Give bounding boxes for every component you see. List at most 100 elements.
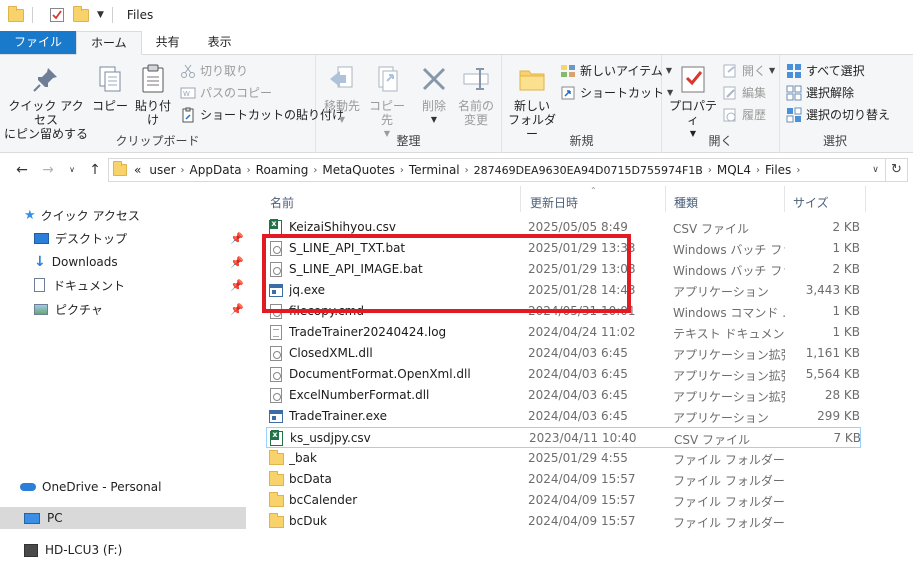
delete-button[interactable]: 削除 ▼ xyxy=(416,63,452,127)
breadcrumb-mql4[interactable]: MQL4 xyxy=(712,163,756,177)
select-none-label: 選択解除 xyxy=(806,86,855,100)
column-header-name[interactable]: 名前 xyxy=(270,194,294,211)
breadcrumb-terminal-id[interactable]: 287469DEA9630EA94D0715D755974F1B xyxy=(469,164,708,177)
nav-label: Downloads xyxy=(51,255,118,269)
nav-onedrive[interactable]: OneDrive - Personal xyxy=(20,476,246,498)
file-type: アプリケーション拡張 xyxy=(673,390,785,404)
nav-label: ドキュメント xyxy=(53,278,126,293)
tab-home[interactable]: ホーム xyxy=(76,31,142,55)
pin-quick-access-button[interactable]: クイック アクセス にピン留めする xyxy=(4,63,88,141)
column-header-size[interactable]: サイズ xyxy=(793,194,829,211)
pin-icon xyxy=(30,63,62,95)
address-dropdown-icon[interactable]: ∨ xyxy=(865,165,885,175)
file-row[interactable]: bcCalender 2024/04/09 15:57 ファイル フォルダー xyxy=(266,490,861,511)
nav-pc[interactable]: PC xyxy=(0,507,246,529)
breadcrumb-terminal[interactable]: Terminal xyxy=(404,163,465,177)
file-row[interactable]: DocumentFormat.OpenXml.dll 2024/04/03 6:4… xyxy=(266,364,861,385)
nav-downloads[interactable]: ↓ Downloads 📌 xyxy=(34,251,246,273)
copy-to-icon xyxy=(371,63,403,95)
file-row[interactable]: bcData 2024/04/09 15:57 ファイル フォルダー xyxy=(266,469,861,490)
copy-to-button[interactable]: コピー先 ▼ xyxy=(364,63,410,141)
open-group-label: 開く xyxy=(708,134,733,148)
tab-file[interactable]: ファイル xyxy=(0,31,77,54)
nav-documents[interactable]: ドキュメント 📌 xyxy=(34,274,246,296)
move-to-icon xyxy=(326,63,358,95)
select-none-button[interactable]: 選択解除 xyxy=(786,84,854,101)
edit-button[interactable]: 編集 xyxy=(722,84,766,101)
file-row[interactable]: ks_usdjpy.csv 2023/04/11 10:40 CSV ファイル 7 K… xyxy=(266,427,861,448)
open-button[interactable]: 開く ▼ xyxy=(722,62,775,79)
star-icon: ★ xyxy=(24,207,36,223)
properties-check-icon[interactable] xyxy=(49,7,65,23)
chevron-right-icon: › xyxy=(796,164,801,176)
file-row[interactable]: S_LINE_API_TXT.bat 2025/01/29 13:33 Window… xyxy=(266,238,861,259)
quick-access-dropdown-icon[interactable]: ▼ xyxy=(97,10,104,20)
file-row[interactable]: _bak 2025/01/29 4:55 ファイル フォルダー xyxy=(266,448,861,469)
paste-button[interactable]: 貼り付け xyxy=(130,63,176,127)
new-folder-icon xyxy=(516,63,548,95)
file-type: ファイル フォルダー xyxy=(673,495,785,509)
file-row[interactable]: bcDuk 2024/04/09 15:57 ファイル フォルダー xyxy=(266,511,861,532)
column-header-type[interactable]: 種類 xyxy=(674,194,698,211)
breadcrumb-appdata[interactable]: AppData xyxy=(185,163,247,177)
back-arrow-icon[interactable]: ← xyxy=(12,160,32,180)
nav-pictures[interactable]: ピクチャ 📌 xyxy=(34,298,246,320)
invert-selection-button[interactable]: 選択の切り替え xyxy=(786,106,890,123)
divider xyxy=(520,186,521,212)
file-row[interactable]: TradeTrainer.exe 2024/04/03 6:45 アプリケーション 2… xyxy=(266,406,861,427)
file-row[interactable]: KeizaiShihyou.csv 2025/05/05 8:49 CSV ファイル… xyxy=(266,217,861,238)
file-row[interactable]: TradeTrainer20240424.log 2024/04/24 11:02… xyxy=(266,322,861,343)
batch-file-icon xyxy=(269,241,283,257)
address-bar[interactable]: « user › AppData › Roaming › MetaQuotes › Te… xyxy=(108,158,908,182)
properties-button[interactable]: プロパティ ▼ xyxy=(666,63,720,141)
breadcrumb-roaming[interactable]: Roaming xyxy=(251,163,314,177)
breadcrumb-user[interactable]: user xyxy=(144,163,180,177)
file-name: ks_usdjpy.csv xyxy=(290,431,371,445)
delete-label: 削除 xyxy=(421,99,446,113)
refresh-icon[interactable]: ↻ xyxy=(885,159,907,181)
copy-button[interactable]: コピー xyxy=(90,63,130,113)
pin-icon[interactable]: 📌 xyxy=(230,279,244,292)
nav-drive-f[interactable]: HD-LCU3 (F:) xyxy=(24,539,246,561)
nav-quick-access[interactable]: ★ クイック アクセス xyxy=(24,204,246,226)
divider xyxy=(865,186,866,212)
file-row[interactable]: filecopy.cmd 2024/05/31 10:01 Windows コマンド… xyxy=(266,301,861,322)
copy-path-button[interactable]: W パスのコピー xyxy=(180,84,272,101)
pin-icon[interactable]: 📌 xyxy=(230,232,244,245)
shortcut-button[interactable]: ショートカット ▼ xyxy=(560,84,673,101)
breadcrumb-files[interactable]: Files xyxy=(760,163,796,177)
pin-icon[interactable]: 📌 xyxy=(230,256,244,269)
pin-icon[interactable]: 📌 xyxy=(230,303,244,316)
history-button[interactable]: 履歴 xyxy=(722,106,766,123)
file-type: アプリケーション xyxy=(673,411,769,425)
rename-button[interactable]: 名前の 変更 xyxy=(454,63,498,127)
invert-selection-label: 選択の切り替え xyxy=(806,108,891,122)
exe-file-icon xyxy=(269,283,283,299)
new-folder-button[interactable]: 新しい フォルダー xyxy=(508,63,556,141)
file-row[interactable]: ExcelNumberFormat.dll 2024/04/03 6:45 アプリケ… xyxy=(266,385,861,406)
breadcrumb-overflow[interactable]: « xyxy=(131,163,144,177)
up-arrow-icon[interactable]: ↑ xyxy=(85,160,105,180)
cut-button[interactable]: 切り取り xyxy=(180,62,248,79)
file-name: filecopy.cmd xyxy=(289,304,364,318)
breadcrumb-metaquotes[interactable]: MetaQuotes xyxy=(317,163,400,177)
select-all-button[interactable]: すべて選択 xyxy=(786,62,865,79)
file-row[interactable]: ClosedXML.dll 2024/04/03 6:45 アプリケーション拡張 1,… xyxy=(266,343,861,364)
move-to-button[interactable]: 移動先 ▼ xyxy=(320,63,364,127)
forward-arrow-icon[interactable]: → xyxy=(38,160,58,180)
nav-desktop[interactable]: デスクトップ 📌 xyxy=(34,227,246,249)
folder-icon xyxy=(8,5,24,25)
folder-icon xyxy=(269,450,284,467)
nav-label: クイック アクセス xyxy=(40,208,140,223)
column-header-date[interactable]: 更新日時 xyxy=(530,194,578,211)
properties-label: プロパティ xyxy=(668,99,717,127)
new-folder-icon[interactable] xyxy=(73,5,89,25)
file-type: ファイル フォルダー xyxy=(673,474,785,488)
tab-view[interactable]: 表示 xyxy=(194,31,246,54)
file-row[interactable]: S_LINE_API_IMAGE.bat 2025/01/29 13:08 Wind… xyxy=(266,259,861,280)
tab-share[interactable]: 共有 xyxy=(142,31,194,54)
file-size: 5,564 KB xyxy=(805,367,860,381)
file-row[interactable]: jq.exe 2025/01/28 14:43 アプリケーション 3,443 KB xyxy=(266,280,861,301)
new-item-button[interactable]: 新しいアイテム ▼ xyxy=(560,62,672,79)
recent-locations-icon[interactable]: ∨ xyxy=(62,160,82,180)
